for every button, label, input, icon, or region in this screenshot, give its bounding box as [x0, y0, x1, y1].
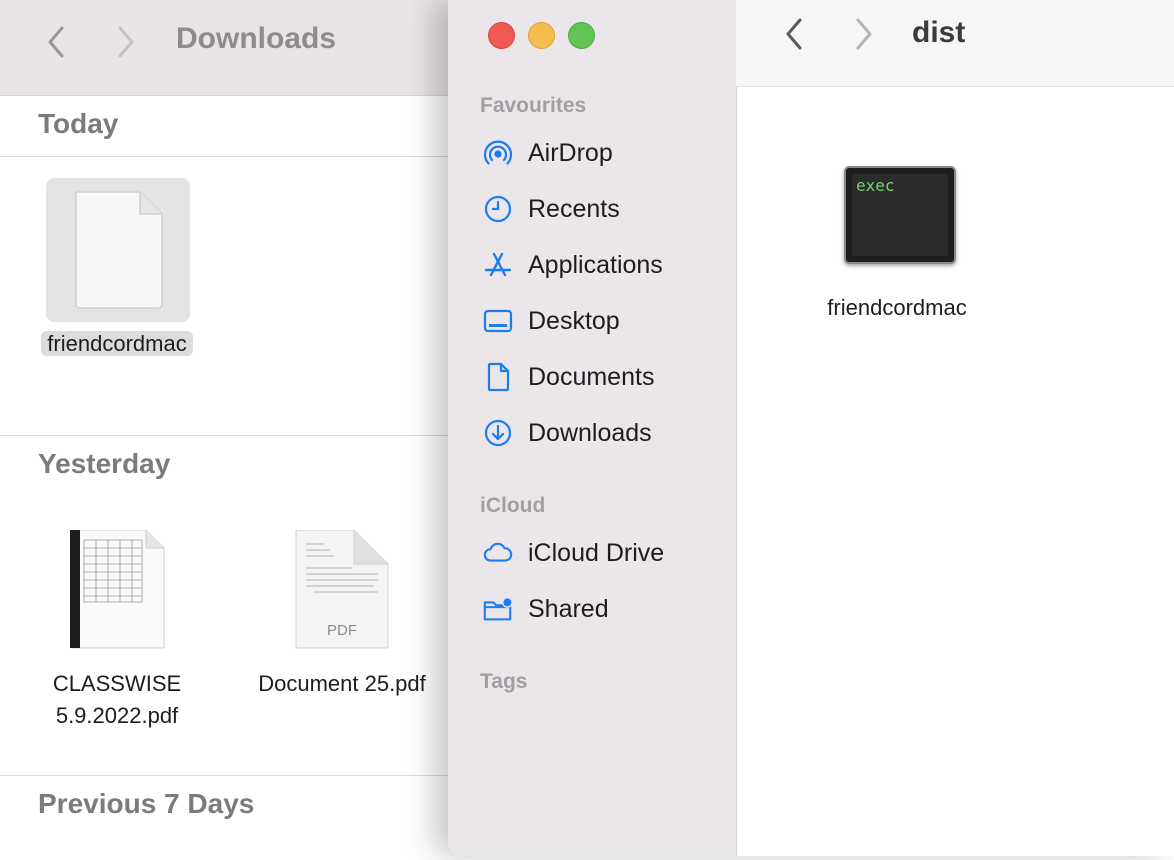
file-label-line1: CLASSWISE — [52, 671, 182, 696]
dist-toolbar: dist — [736, 0, 1174, 87]
pdf-thumbnail-icon — [70, 529, 165, 649]
chevron-right-icon — [118, 26, 134, 58]
sidebar-item-label: Recents — [528, 194, 620, 223]
file-classwise[interactable]: CLASSWISE 5.9.2022.pdf — [20, 668, 214, 732]
file-friendcordmac-exec[interactable]: friendcordmac — [796, 292, 998, 324]
applications-icon — [482, 249, 514, 281]
section-title: Previous 7 Days — [38, 788, 255, 819]
file-label: friendcordmac — [827, 295, 967, 320]
section-header-yesterday: Yesterday — [0, 436, 470, 496]
window-title: Downloads — [176, 22, 337, 55]
file-classwise-thumbnail[interactable] — [68, 529, 166, 650]
section-title: Today — [38, 108, 119, 139]
file-document25[interactable]: Document 25.pdf — [236, 668, 448, 700]
shared-folder-icon — [482, 593, 514, 625]
sidebar-item-icloud-drive[interactable]: iCloud Drive — [482, 531, 722, 575]
file-document25-thumbnail[interactable]: PDF — [294, 529, 390, 650]
sidebar-item-recents[interactable]: Recents — [482, 187, 722, 231]
forward-button[interactable] — [844, 14, 884, 54]
exec-text: exec — [856, 176, 895, 195]
file-friendcordmac-icon[interactable] — [46, 178, 190, 322]
close-button[interactable] — [488, 22, 515, 49]
window-title: dist — [912, 16, 966, 49]
sidebar-item-label: Shared — [528, 594, 609, 623]
downloads-window: Downloads Today friendcordmac Yesterday — [0, 0, 470, 860]
downloads-toolbar: Downloads — [0, 0, 470, 96]
file-label-line2: 5.9.2022.pdf — [55, 703, 179, 728]
clock-icon — [482, 193, 514, 225]
chevron-left-icon — [786, 18, 802, 50]
section-title: Yesterday — [38, 448, 171, 479]
back-button[interactable] — [36, 22, 76, 62]
document-icon — [482, 361, 514, 393]
sidebar-group-icloud: iCloud — [480, 494, 546, 517]
sidebar-item-documents[interactable]: Documents — [482, 355, 722, 399]
desktop-icon — [482, 305, 514, 337]
sidebar-item-applications[interactable]: Applications — [482, 243, 722, 287]
file-label: friendcordmac — [41, 331, 193, 356]
minimize-button[interactable] — [528, 22, 555, 49]
sidebar-item-label: Desktop — [528, 306, 620, 335]
chevron-right-icon — [856, 18, 872, 50]
download-icon — [482, 417, 514, 449]
sidebar-item-label: Documents — [528, 362, 655, 391]
dist-window: Favourites AirDrop Recents Applications … — [448, 0, 1174, 856]
sidebar-item-downloads[interactable]: Downloads — [482, 411, 722, 455]
sidebar-group-favourites: Favourites — [480, 94, 587, 117]
sidebar-item-label: Downloads — [528, 418, 652, 447]
sidebar-group-tags: Tags — [480, 670, 528, 693]
airdrop-icon — [482, 137, 514, 169]
file-friendcordmac[interactable]: friendcordmac — [20, 328, 214, 360]
cloud-icon — [482, 537, 514, 569]
sidebar-item-label: AirDrop — [528, 138, 613, 167]
exec-file-icon[interactable]: exec — [844, 166, 956, 264]
sidebar-item-label: Applications — [528, 250, 663, 279]
section-header-today: Today — [0, 96, 470, 157]
sidebar-item-shared[interactable]: Shared — [482, 587, 722, 631]
blank-document-icon — [75, 191, 163, 309]
pdf-badge: PDF — [327, 622, 357, 639]
forward-button[interactable] — [106, 22, 146, 62]
sidebar-item-label: iCloud Drive — [528, 538, 665, 567]
back-button[interactable] — [774, 14, 814, 54]
sidebar-item-airdrop[interactable]: AirDrop — [482, 131, 722, 175]
chevron-left-icon — [48, 26, 64, 58]
sidebar-item-desktop[interactable]: Desktop — [482, 299, 722, 343]
zoom-button[interactable] — [568, 22, 595, 49]
sidebar: Favourites AirDrop Recents Applications … — [448, 0, 737, 856]
section-header-previous: Previous 7 Days — [0, 776, 470, 836]
file-label: Document 25.pdf — [258, 671, 426, 696]
